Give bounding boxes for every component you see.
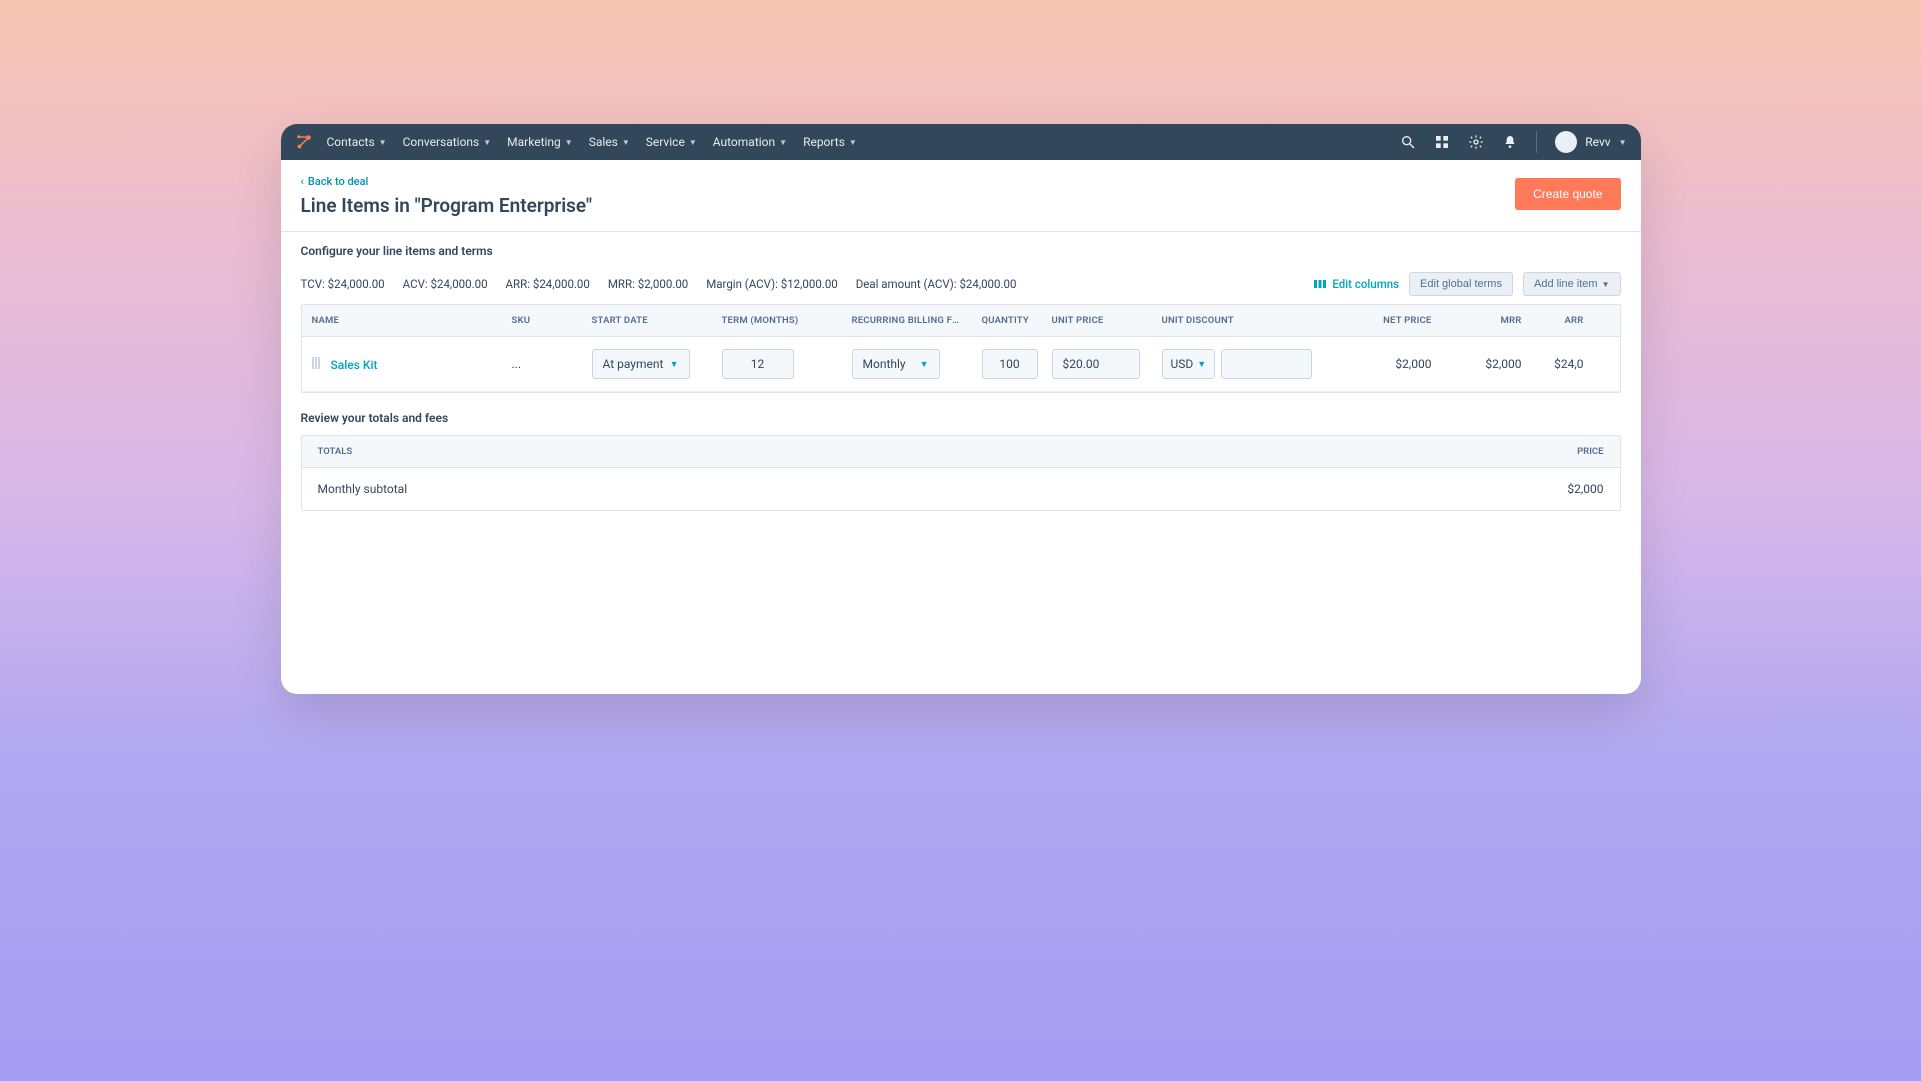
unit-price-input[interactable]: $20.00 bbox=[1052, 349, 1140, 379]
cell-arr: $24,0 bbox=[1532, 345, 1594, 383]
subtotal-label: Monthly subtotal bbox=[318, 482, 408, 496]
chevron-down-icon: ▼ bbox=[1197, 359, 1206, 370]
chevron-down-icon: ▼ bbox=[670, 359, 679, 370]
table-actions: Edit columns Edit global terms Add line … bbox=[1314, 272, 1620, 296]
totals-header: TOTALS PRICE bbox=[302, 436, 1620, 468]
search-icon[interactable] bbox=[1400, 134, 1416, 150]
cell-name: Sales Kit bbox=[302, 345, 502, 384]
totals-label: TOTALS bbox=[318, 446, 353, 457]
col-freq: RECURRING BILLING FREQ. bbox=[842, 305, 972, 336]
chevron-down-icon: ▼ bbox=[849, 138, 857, 147]
settings-icon[interactable] bbox=[1468, 134, 1484, 150]
metrics-row: TCV: $24,000.00 ACV: $24,000.00 ARR: $24… bbox=[301, 272, 1621, 296]
chevron-down-icon: ▼ bbox=[1602, 280, 1610, 289]
cell-start: At payment ▼ bbox=[582, 337, 712, 391]
account-name: Revv bbox=[1585, 135, 1610, 149]
app-window: Contacts▼ Conversations▼ Marketing▼ Sale… bbox=[281, 124, 1641, 694]
chevron-down-icon: ▼ bbox=[483, 138, 491, 147]
metric-arr: ARR: $24,000.00 bbox=[506, 277, 590, 291]
cell-qty: 100 bbox=[972, 337, 1042, 391]
col-qty: QUANTITY bbox=[972, 305, 1042, 336]
marketplace-icon[interactable] bbox=[1434, 134, 1450, 150]
term-input[interactable]: 12 bbox=[722, 349, 794, 379]
back-to-deal-link[interactable]: ‹ Back to deal bbox=[301, 175, 369, 188]
metric-mrr: MRR: $2,000.00 bbox=[608, 277, 688, 291]
avatar bbox=[1555, 131, 1577, 153]
chevron-down-icon: ▼ bbox=[920, 359, 929, 370]
table-header: NAME SKU START DATE TERM (MONTHS) RECURR… bbox=[302, 305, 1620, 337]
edit-columns-link[interactable]: Edit columns bbox=[1314, 277, 1399, 291]
col-mrr: MRR bbox=[1442, 305, 1532, 336]
col-sku: SKU bbox=[502, 305, 582, 336]
cell-term: 12 bbox=[712, 337, 842, 391]
metric-margin: Margin (ACV): $12,000.00 bbox=[706, 277, 837, 291]
totals-table: TOTALS PRICE Monthly subtotal $2,000 bbox=[301, 435, 1621, 511]
topbar-right: Revv ▼ bbox=[1400, 131, 1626, 153]
metric-acv: ACV: $24,000.00 bbox=[403, 277, 488, 291]
nav-reports[interactable]: Reports▼ bbox=[803, 135, 857, 149]
discount-value-input[interactable] bbox=[1221, 349, 1311, 379]
content-area: Configure your line items and terms TCV:… bbox=[281, 232, 1641, 523]
col-unit-discount: UNIT DISCOUNT bbox=[1152, 305, 1322, 336]
metric-tcv: TCV: $24,000.00 bbox=[301, 277, 385, 291]
chevron-down-icon: ▼ bbox=[379, 138, 387, 147]
col-name: NAME bbox=[302, 305, 502, 336]
chevron-left-icon: ‹ bbox=[301, 175, 304, 188]
page-header: ‹ Back to deal Line Items in "Program En… bbox=[281, 160, 1641, 232]
page-title: Line Items in "Program Enterprise" bbox=[301, 194, 593, 217]
frequency-select[interactable]: Monthly ▼ bbox=[852, 349, 940, 379]
line-items-table: NAME SKU START DATE TERM (MONTHS) RECURR… bbox=[301, 304, 1621, 393]
nav-conversations[interactable]: Conversations▼ bbox=[403, 135, 492, 149]
col-arr: ARR bbox=[1532, 305, 1594, 336]
product-link[interactable]: Sales Kit bbox=[330, 358, 377, 372]
metric-deal-amount: Deal amount (ACV): $24,000.00 bbox=[856, 277, 1017, 291]
account-menu[interactable]: Revv ▼ bbox=[1555, 131, 1626, 153]
price-label: PRICE bbox=[1577, 446, 1603, 457]
chevron-down-icon: ▼ bbox=[565, 138, 573, 147]
totals-row: Monthly subtotal $2,000 bbox=[302, 468, 1620, 510]
chevron-down-icon: ▼ bbox=[1619, 138, 1627, 147]
nav-automation[interactable]: Automation▼ bbox=[713, 135, 787, 149]
columns-icon bbox=[1314, 279, 1326, 289]
topbar: Contacts▼ Conversations▼ Marketing▼ Sale… bbox=[281, 124, 1641, 160]
nav-marketing[interactable]: Marketing▼ bbox=[507, 135, 573, 149]
table-body: Sales Kit ... At payment ▼ 12 M bbox=[302, 337, 1620, 392]
nav-service[interactable]: Service▼ bbox=[646, 135, 697, 149]
configure-subtitle: Configure your line items and terms bbox=[301, 244, 1621, 258]
subtotal-value: $2,000 bbox=[1567, 482, 1603, 496]
col-net: NET PRICE bbox=[1322, 305, 1442, 336]
col-start: START DATE bbox=[582, 305, 712, 336]
start-date-select[interactable]: At payment ▼ bbox=[592, 349, 690, 379]
edit-global-terms-button[interactable]: Edit global terms bbox=[1409, 272, 1513, 296]
cell-freq: Monthly ▼ bbox=[842, 337, 972, 391]
nav-contacts[interactable]: Contacts▼ bbox=[327, 135, 387, 149]
chevron-down-icon: ▼ bbox=[689, 138, 697, 147]
cell-price: $20.00 bbox=[1042, 337, 1152, 391]
hubspot-logo-icon bbox=[295, 133, 313, 151]
cell-net: $2,000 bbox=[1322, 345, 1442, 383]
chevron-down-icon: ▼ bbox=[779, 138, 787, 147]
create-quote-button[interactable]: Create quote bbox=[1515, 178, 1620, 210]
col-term: TERM (MONTHS) bbox=[712, 305, 842, 336]
cell-mrr: $2,000 bbox=[1442, 345, 1532, 383]
notifications-icon[interactable] bbox=[1502, 134, 1518, 150]
cell-discount: USD ▼ bbox=[1152, 337, 1322, 391]
cell-sku: ... bbox=[502, 345, 582, 383]
nav-sales[interactable]: Sales▼ bbox=[589, 135, 630, 149]
add-line-item-button[interactable]: Add line item▼ bbox=[1523, 272, 1621, 296]
divider bbox=[1536, 131, 1537, 153]
nav-menu: Contacts▼ Conversations▼ Marketing▼ Sale… bbox=[327, 135, 857, 149]
table-row: Sales Kit ... At payment ▼ 12 M bbox=[302, 337, 1620, 392]
quantity-input[interactable]: 100 bbox=[982, 349, 1038, 379]
discount-currency-select[interactable]: USD ▼ bbox=[1162, 349, 1216, 379]
review-subtitle: Review your totals and fees bbox=[301, 411, 1621, 425]
drag-handle-icon[interactable] bbox=[312, 357, 320, 369]
col-unit-price: UNIT PRICE bbox=[1042, 305, 1152, 336]
chevron-down-icon: ▼ bbox=[622, 138, 630, 147]
